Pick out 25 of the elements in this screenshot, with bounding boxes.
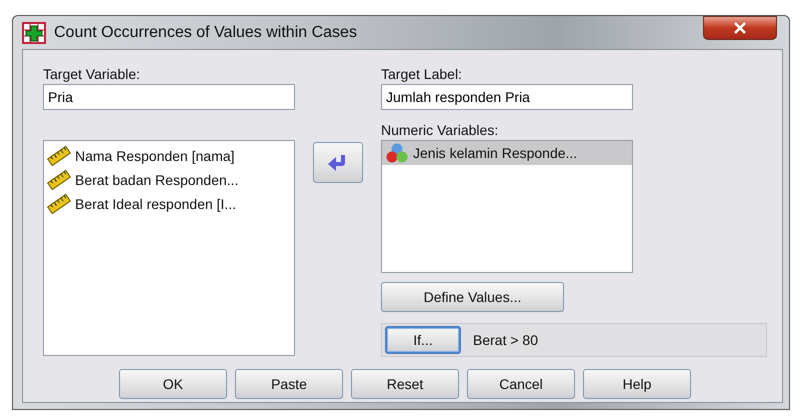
- variable-list[interactable]: Jenis kelamin Responde...: [381, 140, 633, 273]
- move-button[interactable]: [313, 142, 363, 183]
- dialog-button[interactable]: Paste: [235, 369, 343, 399]
- variable-item[interactable]: Berat Ideal responden [I...: [44, 192, 294, 216]
- circles-icon: [385, 142, 409, 164]
- dialog-button[interactable]: Cancel: [467, 369, 575, 399]
- field-label: Target Variable:: [43, 66, 142, 82]
- close-button[interactable]: [703, 16, 777, 40]
- window-title: Count Occurrences of Values within Cases: [54, 24, 358, 42]
- variable-item[interactable]: Nama Responden [nama]: [44, 144, 294, 168]
- define-values-button[interactable]: Define Values...: [381, 282, 564, 312]
- list-label: Numeric Variables:: [381, 122, 500, 138]
- dialog-button[interactable]: OK: [119, 369, 227, 399]
- input-field[interactable]: Pria: [43, 84, 295, 110]
- condition-text: Berat > 80: [473, 332, 538, 348]
- variable-item[interactable]: Berat badan Responden...: [44, 168, 294, 192]
- dialog-button[interactable]: Help: [583, 369, 691, 399]
- variable-item[interactable]: Jenis kelamin Responde...: [382, 141, 632, 165]
- close-icon: [733, 22, 747, 34]
- if-button[interactable]: If...: [385, 326, 461, 354]
- dialog-button[interactable]: Reset: [351, 369, 459, 399]
- app-icon: [22, 22, 46, 44]
- field-label: Target Label:: [381, 66, 463, 82]
- variable-list[interactable]: Nama Responden [nama] Berat badan Responden... Berat Ideal responden [I...: [43, 140, 295, 356]
- input-field[interactable]: Jumlah responden Pria: [381, 84, 633, 110]
